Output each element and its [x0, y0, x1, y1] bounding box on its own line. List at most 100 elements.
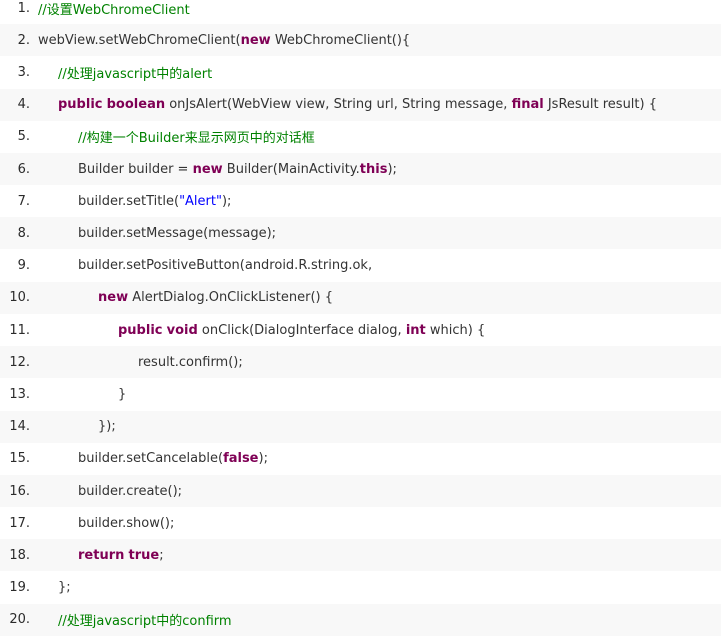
line-content: builder.create();: [78, 484, 182, 499]
line-content: public boolean onJsAlert(WebView view, S…: [58, 97, 657, 112]
code-token-plain: which) {: [425, 322, 486, 338]
code-line: 6. Builder builder = new Builder(MainActi…: [0, 153, 721, 185]
code-line: 8. builder.setMessage(message);: [0, 217, 721, 250]
code-token-plain: builder.setPositiveButton(android.R.stri…: [78, 258, 373, 274]
code-token-comment: //设置WebChromeClient: [38, 2, 190, 18]
code-token-plain: builder.setTitle(: [78, 193, 180, 209]
code-line: 4. public boolean onJsAlert(WebView view,…: [0, 88, 721, 121]
line-content: });: [98, 419, 116, 434]
code-token-keyword: false: [223, 451, 259, 467]
line-content: //处理javascript中的alert: [58, 63, 212, 82]
line-content: //设置WebChromeClient: [38, 0, 190, 18]
line-number: 3.: [17, 64, 30, 80]
line-number: 4.: [17, 97, 30, 113]
code-line: 11. public void onClick(DialogInterface d…: [0, 314, 721, 346]
code-token-keyword: public: [58, 97, 103, 113]
line-content: }: [118, 387, 126, 402]
line-content: //处理javascript中的confirm: [58, 610, 232, 629]
code-token-plain: );: [387, 161, 397, 177]
code-line: 10. new AlertDialog.OnClickListener() {: [0, 281, 721, 314]
line-number: 7.: [17, 193, 30, 209]
code-token-plain: );: [221, 193, 232, 209]
line-number: 11.: [9, 322, 30, 338]
code-line: 18. return true;: [0, 539, 721, 572]
line-content: new AlertDialog.OnClickListener() {: [98, 290, 333, 305]
code-line: 9. builder.setPositiveButton(android.R.st…: [0, 249, 721, 282]
code-listing: 1. //设置WebChromeClient 2. webView.setWebChr…: [0, 0, 721, 637]
code-token-keyword: true: [128, 547, 160, 563]
code-token-plain: onJsAlert(WebView view, String url, Stri…: [165, 97, 512, 113]
line-number: 2.: [17, 32, 30, 48]
line-content: builder.setTitle("Alert");: [78, 194, 231, 209]
line-number: 15.: [9, 451, 30, 467]
code-line: 17. builder.show();: [0, 507, 721, 540]
code-token-plain: builder.setCancelable(: [78, 451, 224, 467]
line-number: 12.: [9, 354, 30, 370]
line-number: 13.: [9, 386, 30, 402]
code-token-comment: //处理javascript中的confirm: [58, 614, 232, 630]
line-content: webView.setWebChromeClient(new WebChrome…: [38, 33, 410, 48]
line-number: 8.: [17, 225, 30, 241]
line-number: 9.: [17, 258, 30, 274]
code-token-keyword: boolean: [106, 97, 166, 113]
code-token-keyword: public: [118, 322, 163, 338]
code-line: 14.});: [0, 410, 721, 443]
line-number: 14.: [9, 419, 30, 435]
code-token-plain: result.confirm();: [138, 354, 243, 370]
code-token-plain: JsResult result) {: [543, 97, 657, 113]
line-content: //构建一个Builder来显示网页中的对话框: [78, 127, 315, 146]
code-token-plain: };: [58, 580, 71, 596]
line-number: 6.: [17, 161, 30, 177]
line-content: builder.setPositiveButton(android.R.stri…: [78, 258, 372, 273]
line-content: Builder builder = new Builder(MainActivi…: [78, 162, 397, 177]
code-token-plain: builder.show();: [78, 515, 175, 531]
line-number: 5.: [17, 129, 30, 145]
line-content: public void onClick(DialogInterface dial…: [118, 323, 485, 338]
line-content: };: [58, 580, 71, 595]
code-token-plain: AlertDialog.OnClickListener() {: [128, 290, 334, 306]
code-line: 2. webView.setWebChromeClient(new WebChro…: [0, 24, 721, 57]
line-content: builder.setCancelable(false);: [78, 451, 268, 466]
code-line: 13.}: [0, 378, 721, 411]
line-content: builder.setMessage(message);: [78, 226, 276, 241]
code-line: 15. builder.setCancelable(false);: [0, 442, 721, 475]
code-token-plain: }: [118, 386, 127, 402]
code-token-keyword: int: [405, 322, 426, 338]
code-token-plain: builder.setMessage(message);: [78, 225, 277, 241]
code-token-comment: //处理javascript中的alert: [58, 66, 213, 82]
code-line: 3. //处理javascript中的alert: [0, 56, 721, 89]
code-line: 1. //设置WebChromeClient: [0, 0, 721, 24]
line-number: 10.: [9, 290, 30, 306]
code-token-plain: );: [258, 451, 268, 467]
line-number: 18.: [9, 547, 30, 563]
code-token-keyword: new: [98, 290, 129, 306]
code-line: 5. //构建一个Builder来显示网页中的对话框: [0, 120, 721, 153]
code-line: 7. builder.setTitle("Alert");: [0, 185, 721, 218]
code-token-plain: ;: [159, 547, 164, 563]
code-token-plain: builder.create();: [78, 483, 183, 499]
code-line: 19.};: [0, 571, 721, 604]
code-token-plain: });: [98, 419, 116, 435]
line-content: return true;: [78, 548, 164, 563]
code-token-comment: //构建一个Builder来显示网页中的对话框: [78, 131, 315, 147]
code-token-plain: Builder(MainActivity.: [222, 161, 360, 177]
code-line: 20. //处理javascript中的confirm: [0, 603, 721, 636]
code-token-keyword: this: [359, 161, 388, 177]
code-token-plain: webView.setWebChromeClient(: [38, 32, 241, 48]
line-number: 16.: [9, 483, 30, 499]
code-token-keyword: return: [78, 547, 125, 563]
code-token-keyword: new: [192, 161, 223, 177]
line-content: builder.show();: [78, 516, 174, 531]
code-token-keyword: final: [511, 97, 544, 113]
code-token-string: "Alert": [179, 193, 222, 209]
code-token-keyword: void: [166, 322, 198, 338]
line-number: 19.: [9, 580, 30, 596]
line-number: 20.: [9, 612, 30, 628]
line-content: result.confirm();: [138, 355, 243, 370]
code-line: 16. builder.create();: [0, 475, 721, 507]
code-line: 12. result.confirm();: [0, 346, 721, 379]
line-number: 17.: [9, 515, 30, 531]
code-token-plain: Builder builder =: [78, 161, 193, 177]
code-token-plain: onClick(DialogInterface dialog,: [197, 322, 406, 338]
code-token-keyword: new: [240, 32, 271, 48]
